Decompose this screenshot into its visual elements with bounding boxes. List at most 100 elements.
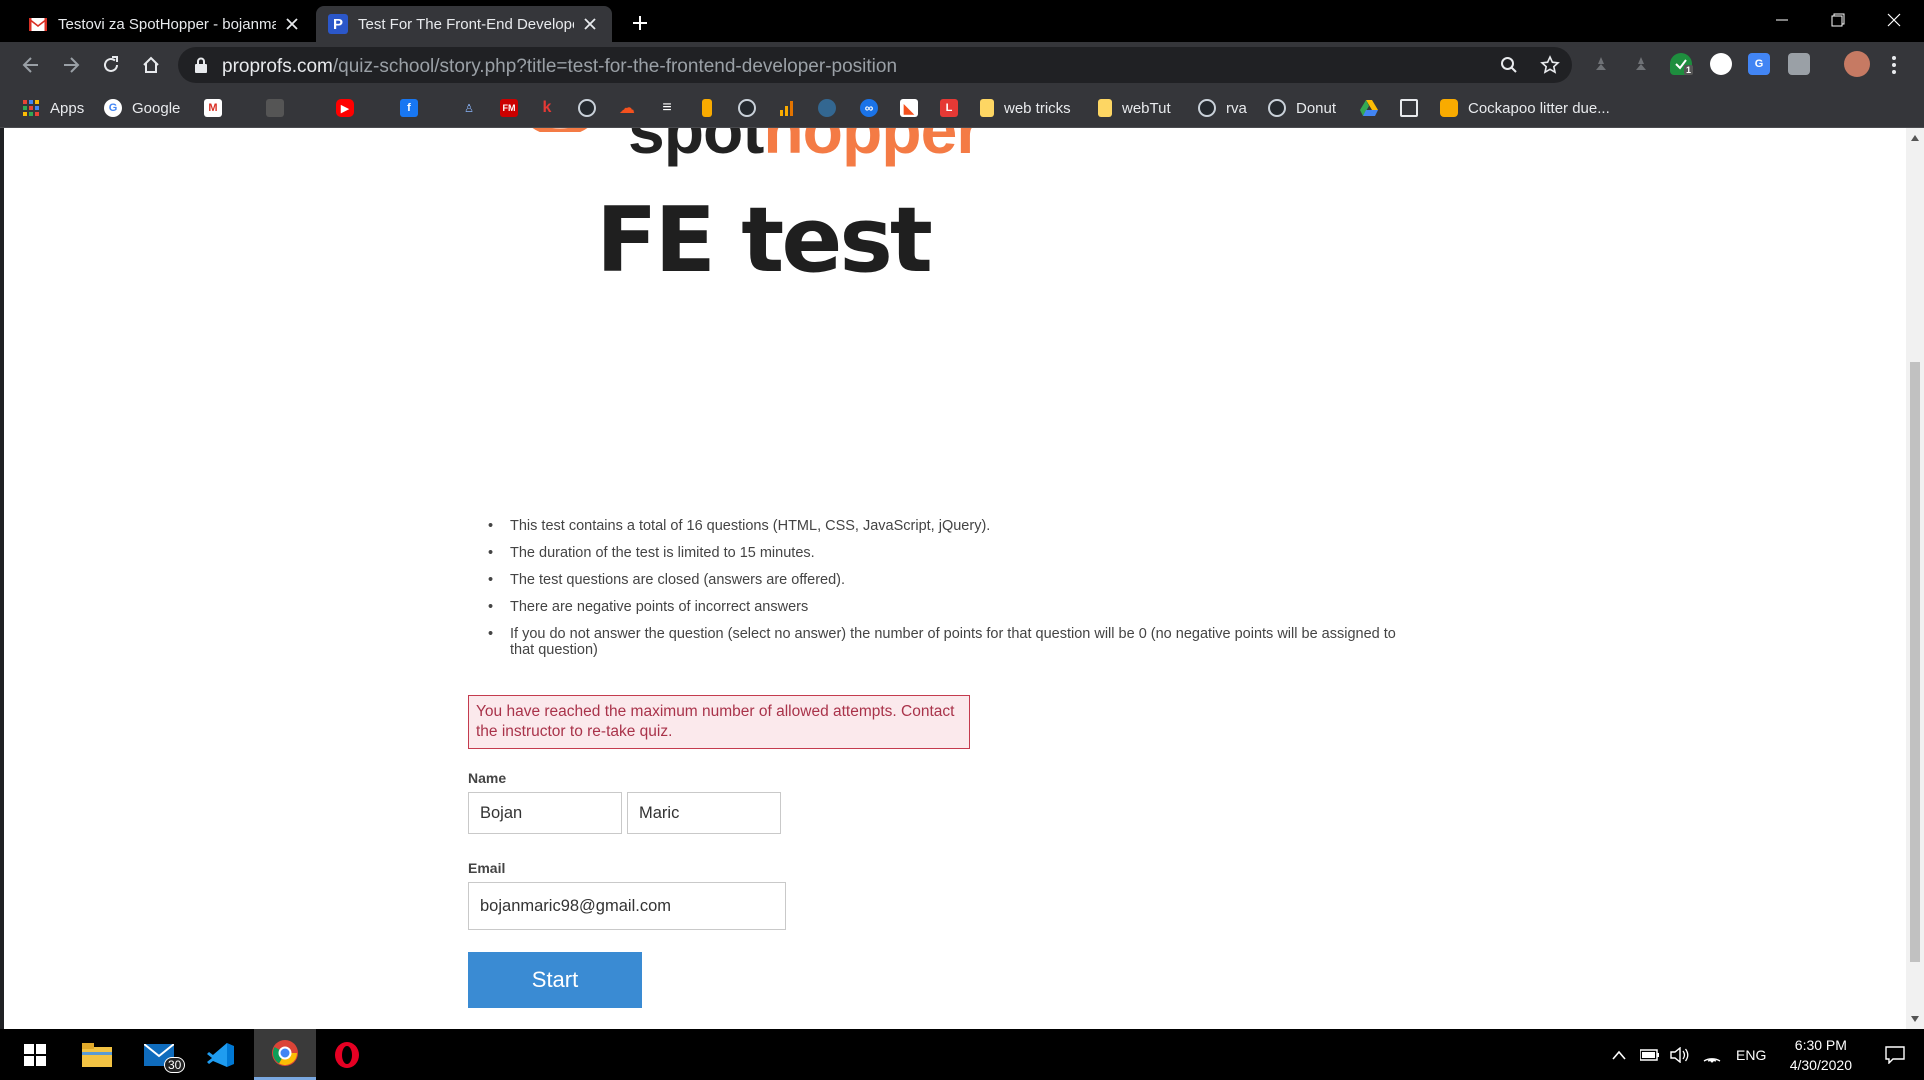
bookmark-cockapoo[interactable]: Cockapoo litter due... (1440, 97, 1610, 119)
shield-extension-icon[interactable]: 1 (1670, 53, 1694, 75)
bookmark-site[interactable] (266, 97, 284, 119)
drive-icon (1360, 99, 1378, 117)
bookmark-webtut[interactable]: webTut (1098, 97, 1171, 119)
url-domain: proprofs.com (222, 56, 333, 77)
address-bar[interactable]: proprofs.com/quiz-school/story.php?title… (178, 47, 1572, 83)
new-tab-button[interactable] (626, 9, 654, 37)
scroll-down-icon[interactable] (1909, 1013, 1921, 1025)
chevron-up-icon[interactable] (1612, 1050, 1626, 1060)
circle-extension-icon[interactable] (1710, 53, 1732, 75)
tab-title: Test For The Front-End Developer Positio… (358, 15, 574, 33)
youtube-icon: ▶ (336, 99, 354, 117)
bookmark-window[interactable] (1400, 97, 1418, 119)
reload-button[interactable] (96, 50, 126, 80)
bookmark-stack[interactable]: ≡ (658, 97, 676, 119)
bookmark-elephant[interactable] (818, 97, 836, 119)
translate-icon[interactable]: G (1748, 53, 1770, 75)
tab-strip: Testovi za SpotHopper - bojanmaric98@gma… (0, 0, 1924, 42)
mail-app-button[interactable]: 30 (130, 1029, 188, 1080)
file-explorer-button[interactable] (68, 1029, 126, 1080)
bookmark-battery[interactable] (698, 97, 712, 119)
bookmark-fm[interactable]: FM (500, 97, 518, 119)
lock-icon[interactable] (194, 57, 208, 73)
l-icon: L (940, 99, 958, 117)
infinity-icon: ∞ (860, 99, 878, 117)
bookmark-kp[interactable]: k (538, 97, 556, 119)
home-button[interactable] (136, 50, 166, 80)
volume-icon[interactable] (1670, 1046, 1690, 1063)
bookmark-l[interactable]: L (940, 97, 958, 119)
star-icon[interactable] (1539, 54, 1561, 76)
fm-icon: FM (500, 99, 518, 117)
bookmark-web-tricks[interactable]: web tricks (980, 97, 1071, 119)
url-path: /quiz-school/story.php?title=test-for-th… (332, 56, 898, 77)
vscode-button[interactable] (192, 1029, 250, 1080)
email-field[interactable] (468, 882, 786, 930)
bookmark-google[interactable]: G Google (104, 97, 180, 119)
start-button[interactable]: Start (468, 952, 642, 1008)
bookmark-rva[interactable]: rva (1198, 97, 1247, 119)
bookmark-facebook[interactable]: f (400, 97, 418, 119)
bookmark-analytics[interactable] (778, 97, 796, 119)
forward-button[interactable] (56, 50, 86, 80)
apps-grid-icon (22, 99, 40, 117)
vscode-icon (207, 1042, 234, 1067)
bookmark-apps[interactable]: Apps (22, 97, 84, 119)
url-text[interactable]: proprofs.com/quiz-school/story.php?title… (222, 56, 897, 78)
window-icon (1400, 99, 1418, 117)
bookmark-drive[interactable] (1360, 97, 1378, 119)
menu-button[interactable] (1882, 50, 1906, 80)
minimize-icon (1776, 19, 1788, 21)
opera-icon (335, 1041, 359, 1068)
bookmark-gmail[interactable]: M (204, 97, 222, 119)
avatar[interactable] (1844, 51, 1870, 77)
bookmark-infinity[interactable]: ∞ (860, 97, 878, 119)
battery-icon (702, 99, 712, 117)
bookmark-person[interactable]: ♙ (460, 97, 478, 119)
first-name-field[interactable] (468, 792, 622, 834)
list-item: The duration of the test is limited to 1… (474, 545, 1414, 561)
start-menu-button[interactable] (6, 1029, 64, 1080)
extension-icon[interactable] (1590, 53, 1612, 75)
close-window-button[interactable] (1866, 0, 1922, 40)
tab-proprofs[interactable]: P Test For The Front-End Developer Posit… (316, 6, 612, 42)
close-icon[interactable] (282, 14, 302, 34)
wifi-icon[interactable] (1702, 1047, 1722, 1063)
last-name-field[interactable] (627, 792, 781, 834)
scrollbar[interactable] (1906, 128, 1924, 1029)
chrome-button[interactable] (254, 1029, 316, 1080)
attempts-alert: You have reached the maximum number of a… (468, 695, 970, 749)
scrollbar-thumb[interactable] (1910, 362, 1920, 962)
battery-icon[interactable] (1640, 1048, 1660, 1061)
logo-spot: spot (628, 128, 764, 167)
bookmark-youtube[interactable]: ▶ (336, 97, 354, 119)
kp-icon: k (542, 99, 552, 116)
bookmark-donut[interactable]: Donut (1268, 97, 1336, 119)
bookmark-stripe[interactable]: ◣ (900, 97, 918, 119)
bookmark-github-2[interactable] (738, 97, 756, 119)
restore-icon (1831, 13, 1845, 27)
notifications-button[interactable] (1866, 1029, 1924, 1080)
bookmark-label: Donut (1296, 99, 1337, 117)
page-viewport: spothopper FE test This test contains a … (4, 128, 1906, 1029)
screenshot-extension-icon[interactable] (1788, 53, 1810, 75)
clock[interactable]: 6:30 PM 4/30/2020 (1790, 1035, 1852, 1075)
bookmarks-bar: Apps G Google M ▶ f ♙ FM k ☁ ≡ ∞ ◣ L web… (0, 88, 1924, 128)
bookmark-cloud[interactable]: ☁ (618, 97, 636, 119)
language-indicator[interactable]: ENG (1736, 1047, 1766, 1063)
minimize-button[interactable] (1754, 0, 1810, 40)
close-icon[interactable] (580, 14, 600, 34)
back-button[interactable] (16, 50, 46, 80)
cloud-icon: ☁ (619, 100, 635, 117)
zoom-icon[interactable] (1498, 54, 1520, 76)
tab-title: Testovi za SpotHopper - bojanmaric98@gma… (58, 15, 276, 33)
restore-button[interactable] (1810, 0, 1866, 40)
scroll-up-icon[interactable] (1909, 132, 1921, 144)
tab-gmail[interactable]: Testovi za SpotHopper - bojanmaric98@gma… (16, 6, 314, 42)
plus-icon (633, 16, 647, 30)
opera-button[interactable] (318, 1029, 376, 1080)
bookmark-github[interactable] (578, 97, 596, 119)
arrow-right-icon (64, 57, 80, 73)
page-title: FE test (596, 188, 933, 293)
extension-icon[interactable] (1630, 53, 1652, 75)
